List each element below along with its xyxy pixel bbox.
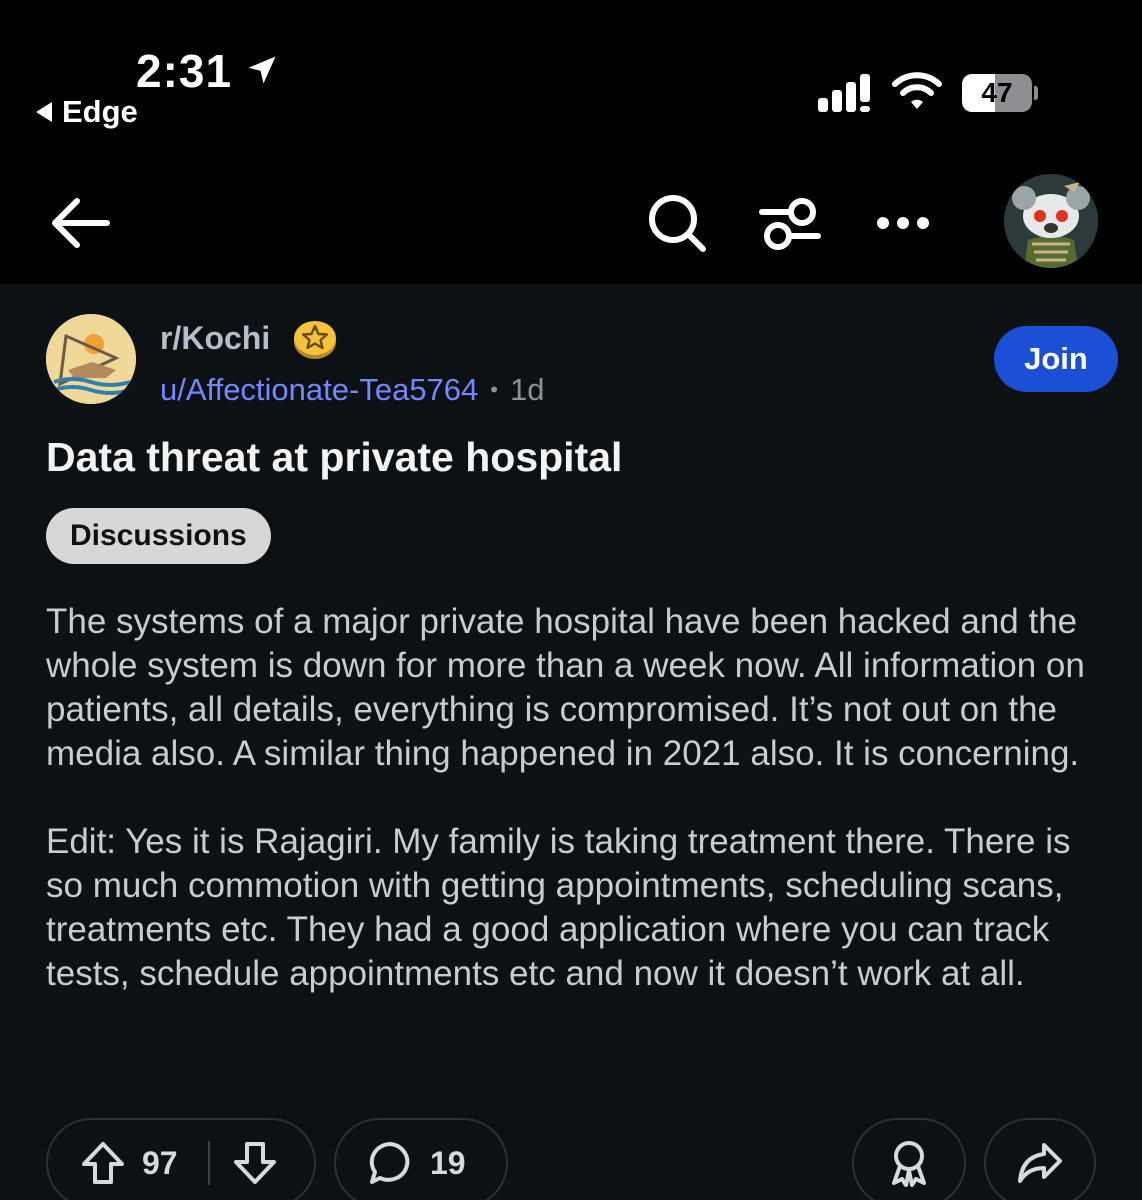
wifi-icon (892, 72, 942, 109)
post-title: Data threat at private hospital (46, 434, 623, 480)
downvote-button[interactable] (232, 1140, 278, 1186)
back-button[interactable] (44, 188, 114, 258)
meta-separator: • (490, 377, 498, 402)
subreddit-logo-icon (46, 314, 136, 404)
battery-indicator: 47 (962, 74, 1038, 112)
more-options-button[interactable] (870, 196, 936, 250)
status-bar: 2:31 Edge 47 (0, 0, 1142, 150)
achievement-badge-icon (294, 321, 336, 359)
post-flair[interactable]: Discussions (46, 508, 271, 564)
search-icon (649, 195, 706, 252)
sliders-icon (759, 198, 821, 250)
body-paragraph: The systems of a major private hospital … (46, 602, 1085, 773)
award-icon (892, 1141, 926, 1187)
upvote-icon (82, 1142, 124, 1184)
snoo-avatar-icon (1004, 174, 1098, 268)
share-button[interactable] (984, 1118, 1096, 1200)
more-horizontal-icon (877, 217, 929, 229)
filter-button[interactable] (756, 190, 824, 258)
user-avatar[interactable] (1004, 174, 1098, 268)
join-button[interactable]: Join (994, 326, 1118, 392)
comments-button[interactable]: 19 (334, 1118, 508, 1200)
arrow-left-icon (52, 198, 110, 248)
subreddit-avatar[interactable] (46, 314, 136, 404)
downvote-icon (233, 1142, 276, 1184)
post-body: The systems of a major private hospital … (46, 600, 1106, 1040)
location-arrow-icon (248, 56, 276, 84)
battery-percent: 47 (981, 77, 1013, 108)
back-triangle-icon (36, 102, 52, 122)
author-link[interactable]: u/Affectionate-Tea5764 (160, 372, 478, 408)
award-button[interactable] (852, 1118, 966, 1200)
post-meta: u/Affectionate-Tea5764 • 1d (160, 372, 544, 408)
share-arrow-icon (1018, 1143, 1062, 1183)
top-nav-bar (0, 150, 1142, 284)
comment-bubble-icon (369, 1141, 410, 1184)
cellular-signal-icon (818, 74, 870, 112)
upvote-count: 97 (142, 1144, 178, 1181)
body-paragraph: Edit: Yes it is Rajagiri. My family is t… (46, 822, 1071, 993)
vote-control: 97 (46, 1118, 316, 1200)
comment-count: 19 (430, 1144, 466, 1181)
subreddit-name[interactable]: r/Kochi (160, 320, 270, 357)
upvote-button[interactable] (80, 1140, 126, 1186)
back-app-label: Edge (62, 94, 138, 129)
search-button[interactable] (642, 188, 712, 258)
vote-divider (207, 1141, 210, 1185)
status-time: 2:31 (136, 45, 233, 97)
post-age: 1d (509, 372, 545, 407)
back-to-app-link[interactable]: Edge (36, 94, 138, 130)
